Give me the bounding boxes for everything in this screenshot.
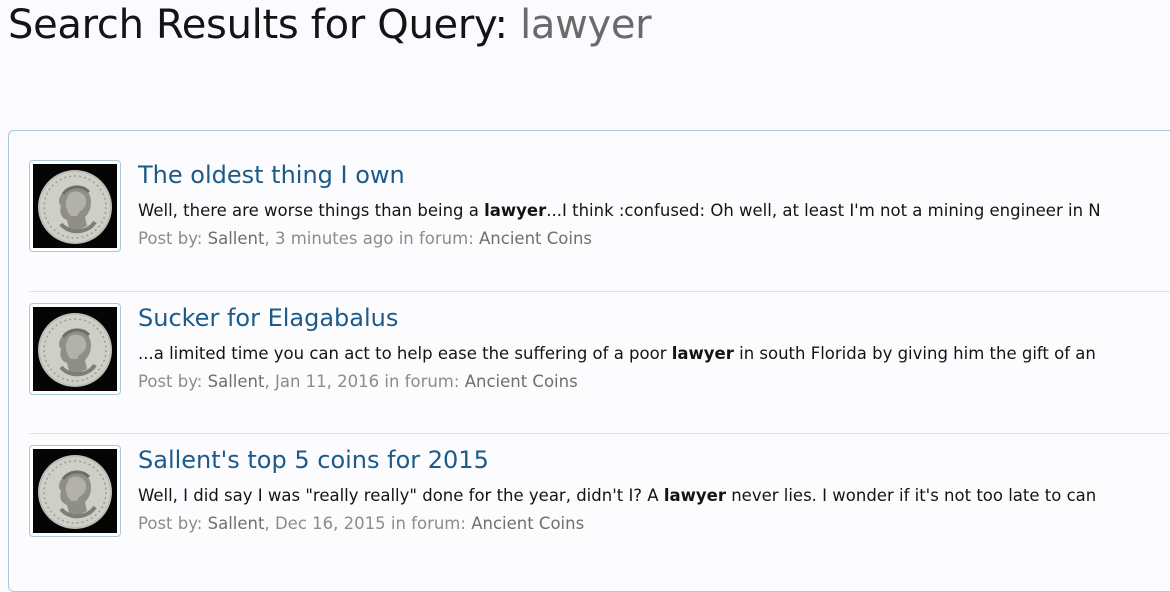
search-results-list: The oldest thing I own Well, there are w… — [8, 130, 1170, 592]
post-date: Dec 16, 2015 — [274, 514, 386, 533]
snippet-text: Well, I did say I was "really really" do… — [138, 486, 664, 505]
roman-coin-avatar-icon — [33, 164, 117, 248]
post-date: Jan 11, 2016 — [274, 372, 380, 391]
result-meta: Post by: Sallent, Dec 16, 2015 in forum:… — [138, 514, 585, 533]
forum-link[interactable]: Ancient Coins — [479, 229, 592, 248]
search-query: lawyer — [520, 2, 652, 48]
avatar[interactable] — [29, 160, 121, 252]
page-title-prefix: Search Results for Query: — [8, 2, 508, 48]
result-snippet: Well, I did say I was "really really" do… — [138, 486, 1096, 505]
forum-label: in forum: — [398, 229, 474, 248]
roman-coin-avatar-icon — [33, 307, 117, 391]
meta-label: Post by: — [138, 514, 203, 533]
avatar[interactable] — [29, 445, 121, 537]
author-link[interactable]: Sallent — [208, 229, 265, 248]
meta-label: Post by: — [138, 372, 203, 391]
author-link[interactable]: Sallent — [208, 514, 265, 533]
snippet-text: ...I think :confused: Oh well, at least … — [546, 201, 1101, 220]
page-title: Search Results for Query: lawyer — [8, 2, 652, 48]
snippet-text: ...a limited time you can act to help ea… — [138, 344, 672, 363]
author-link[interactable]: Sallent — [208, 372, 265, 391]
search-result-item: The oldest thing I own Well, there are w… — [29, 149, 1170, 291]
result-snippet: ...a limited time you can act to help ea… — [138, 344, 1096, 363]
snippet-text: never lies. I wonder if it's not too lat… — [725, 486, 1097, 505]
result-title-link[interactable]: The oldest thing I own — [138, 161, 405, 189]
search-result-item: Sucker for Elagabalus ...a limited time … — [29, 291, 1170, 434]
result-meta: Post by: Sallent, Jan 11, 2016 in forum:… — [138, 372, 578, 391]
result-snippet: Well, there are worse things than being … — [138, 201, 1101, 220]
snippet-highlight: lawyer — [663, 486, 726, 505]
forum-label: in forum: — [390, 514, 466, 533]
snippet-text: Well, there are worse things than being … — [138, 201, 485, 220]
forum-link[interactable]: Ancient Coins — [465, 372, 578, 391]
forum-link[interactable]: Ancient Coins — [471, 514, 584, 533]
post-date: 3 minutes ago — [274, 229, 394, 248]
roman-coin-avatar-icon — [33, 449, 117, 533]
snippet-highlight: lawyer — [484, 201, 547, 220]
search-result-item: Sallent's top 5 coins for 2015 Well, I d… — [29, 433, 1170, 576]
forum-label: in forum: — [384, 372, 460, 391]
result-meta: Post by: Sallent, 3 minutes ago in forum… — [138, 229, 592, 248]
result-title-link[interactable]: Sallent's top 5 coins for 2015 — [138, 446, 489, 474]
result-title-link[interactable]: Sucker for Elagabalus — [138, 304, 398, 332]
meta-label: Post by: — [138, 229, 203, 248]
snippet-highlight: lawyer — [671, 344, 734, 363]
avatar[interactable] — [29, 303, 121, 395]
snippet-text: in south Florida by giving him the gift … — [733, 344, 1096, 363]
